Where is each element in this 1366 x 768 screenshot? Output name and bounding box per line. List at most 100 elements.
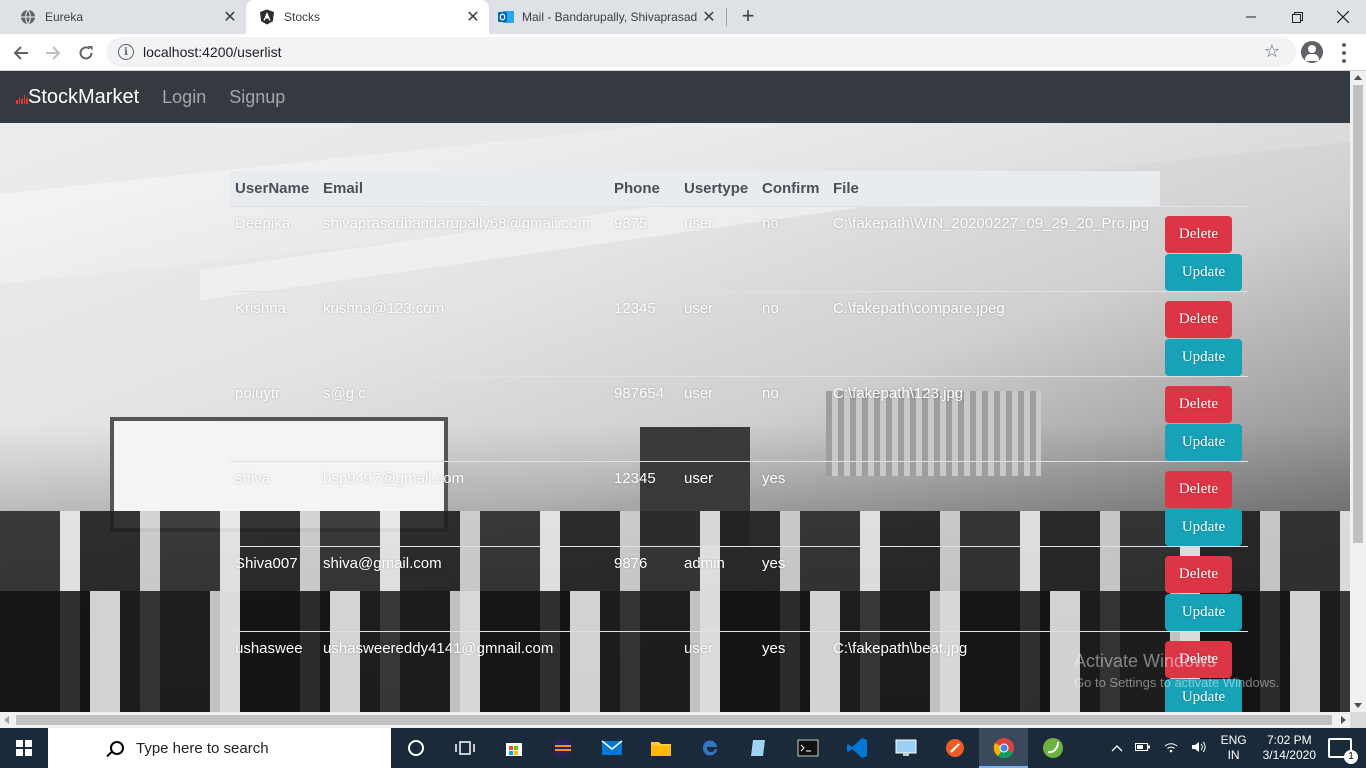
edge-icon[interactable]	[685, 728, 734, 768]
eclipse-icon[interactable]	[538, 728, 587, 768]
cell-usertype: user	[679, 375, 757, 461]
address-bar[interactable]: i localhost:4200/userlist ☆	[106, 37, 1296, 67]
table-row: Deepika shivaprasadbandarupally68@gmail.…	[230, 205, 1248, 291]
region-code: IN	[1227, 748, 1240, 762]
cell-email: shiva@gmail.com	[318, 545, 609, 631]
delete-button[interactable]: Delete	[1165, 470, 1232, 508]
chrome-icon[interactable]	[979, 728, 1028, 768]
cell-file: C:\fakepath\compare.jpeg	[828, 290, 1160, 376]
cell-confirm: no	[757, 375, 828, 461]
delete-button[interactable]: Delete	[1165, 215, 1232, 253]
wifi-icon[interactable]	[1163, 741, 1179, 756]
header-actions	[1160, 171, 1248, 206]
cell-phone: 9876	[609, 545, 679, 631]
cell-actions: Delete Update	[1160, 545, 1248, 631]
taskbar-clock[interactable]: 7:02 PM 3/14/2020	[1263, 733, 1316, 763]
vertical-scroll-thumb[interactable]	[1353, 85, 1363, 543]
start-button[interactable]	[0, 728, 48, 768]
user-list-table: UserName Email Phone Usertype Confirm Fi…	[230, 171, 1248, 712]
update-button[interactable]: Update	[1165, 508, 1242, 546]
cell-actions: Delete Update	[1160, 290, 1248, 376]
cell-actions: Delete Update	[1160, 205, 1248, 291]
angular-icon	[259, 9, 275, 25]
postman-icon[interactable]	[930, 728, 979, 768]
back-arrow-icon[interactable]	[8, 40, 34, 66]
update-button[interactable]: Update	[1165, 253, 1242, 291]
site-info-icon[interactable]: i	[118, 44, 134, 60]
delete-button[interactable]: Delete	[1165, 300, 1232, 338]
store-icon[interactable]	[489, 728, 538, 768]
scroll-down-arrow-icon[interactable]	[1354, 703, 1362, 708]
new-tab-button[interactable]: +	[736, 5, 760, 29]
reload-icon[interactable]	[73, 40, 99, 66]
tab-eureka[interactable]: Eureka ✕	[0, 0, 246, 34]
delete-button[interactable]: Delete	[1165, 385, 1232, 423]
mail-icon[interactable]	[587, 728, 636, 768]
cell-usertype: user	[679, 460, 757, 546]
browser-menu-icon[interactable]	[1336, 43, 1352, 63]
show-hidden-icons-chevron-icon[interactable]	[1111, 741, 1123, 755]
cell-file	[828, 460, 1160, 546]
cell-usertype: admin	[679, 545, 757, 631]
table-row: shiva bsp9497@gmail.com 12345 user yes D…	[230, 460, 1248, 546]
brand-link[interactable]: StockMarket	[16, 86, 139, 109]
table-row: poiuytr s@g.c 987654 user no C:\fakepath…	[230, 375, 1248, 461]
vertical-scrollbar[interactable]	[1350, 71, 1366, 712]
volume-icon[interactable]	[1191, 741, 1207, 756]
nav-signup-link[interactable]: Signup	[229, 87, 285, 108]
horizontal-scrollbar[interactable]	[0, 712, 1350, 728]
battery-icon[interactable]	[1134, 741, 1151, 755]
cell-username: Shiva007	[230, 545, 318, 631]
clock-date: 3/14/2020	[1262, 748, 1316, 762]
cell-username: Deepika	[230, 205, 318, 291]
restore-icon[interactable]	[1274, 0, 1320, 34]
profile-avatar-icon[interactable]	[1301, 41, 1323, 63]
minimize-icon[interactable]	[1228, 0, 1274, 34]
close-tab-icon[interactable]: ✕	[220, 7, 240, 27]
forward-arrow-icon[interactable]	[40, 40, 66, 66]
horizontal-scroll-thumb[interactable]	[16, 715, 1332, 725]
cell-confirm: yes	[757, 545, 828, 631]
update-button[interactable]: Update	[1165, 593, 1242, 631]
remote-desktop-icon[interactable]	[881, 728, 930, 768]
bookmark-star-icon[interactable]: ☆	[1264, 41, 1280, 62]
delete-button[interactable]: Delete	[1165, 555, 1232, 593]
tab-title: Stocks	[284, 10, 321, 24]
close-tab-icon[interactable]: ✕	[699, 7, 719, 27]
cell-email: bsp9497@gmail.com	[318, 460, 609, 546]
scroll-right-arrow-icon[interactable]	[1341, 716, 1346, 724]
spring-tool-suite-icon[interactable]	[1028, 728, 1077, 768]
nav-login-link[interactable]: Login	[162, 87, 206, 108]
update-button[interactable]: Update	[1165, 338, 1242, 376]
search-placeholder: Type here to search	[136, 739, 269, 757]
cell-phone: 12345	[609, 460, 679, 546]
tab-mail[interactable]: Mail - Bandarupally, Shivaprasad ✕	[489, 0, 725, 34]
cell-phone: 9875	[609, 205, 679, 291]
close-window-icon[interactable]	[1320, 0, 1366, 34]
scroll-left-arrow-icon[interactable]	[4, 716, 9, 724]
update-button[interactable]: Update	[1165, 423, 1242, 461]
brand-name: StockMarket	[28, 85, 140, 108]
command-prompt-icon[interactable]	[783, 728, 832, 768]
notepad-icon[interactable]	[734, 728, 783, 768]
cell-phone	[609, 630, 679, 712]
action-center-icon[interactable]: 1	[1328, 738, 1358, 764]
taskbar-search-box[interactable]: Type here to search	[48, 728, 391, 768]
file-explorer-icon[interactable]	[636, 728, 685, 768]
cell-usertype: user	[679, 630, 757, 712]
input-language[interactable]: ENG IN	[1221, 733, 1247, 763]
tab-title: Eureka	[45, 10, 84, 24]
scroll-up-arrow-icon[interactable]	[1354, 75, 1362, 80]
cortana-icon[interactable]	[391, 728, 440, 768]
vscode-icon[interactable]	[832, 728, 881, 768]
close-tab-icon[interactable]: ✕	[463, 7, 483, 27]
task-view-icon[interactable]	[440, 728, 489, 768]
tab-stocks[interactable]: Stocks ✕	[246, 0, 489, 34]
cell-confirm: yes	[757, 630, 828, 712]
notification-count-badge: 1	[1344, 750, 1358, 764]
cell-username: Krishna	[230, 290, 318, 376]
tab-separator	[726, 8, 727, 26]
table-row: Krishna krishna@123.com 12345 user no C:…	[230, 290, 1248, 376]
chart-icon	[16, 94, 28, 104]
cell-username: poiuytr	[230, 375, 318, 461]
